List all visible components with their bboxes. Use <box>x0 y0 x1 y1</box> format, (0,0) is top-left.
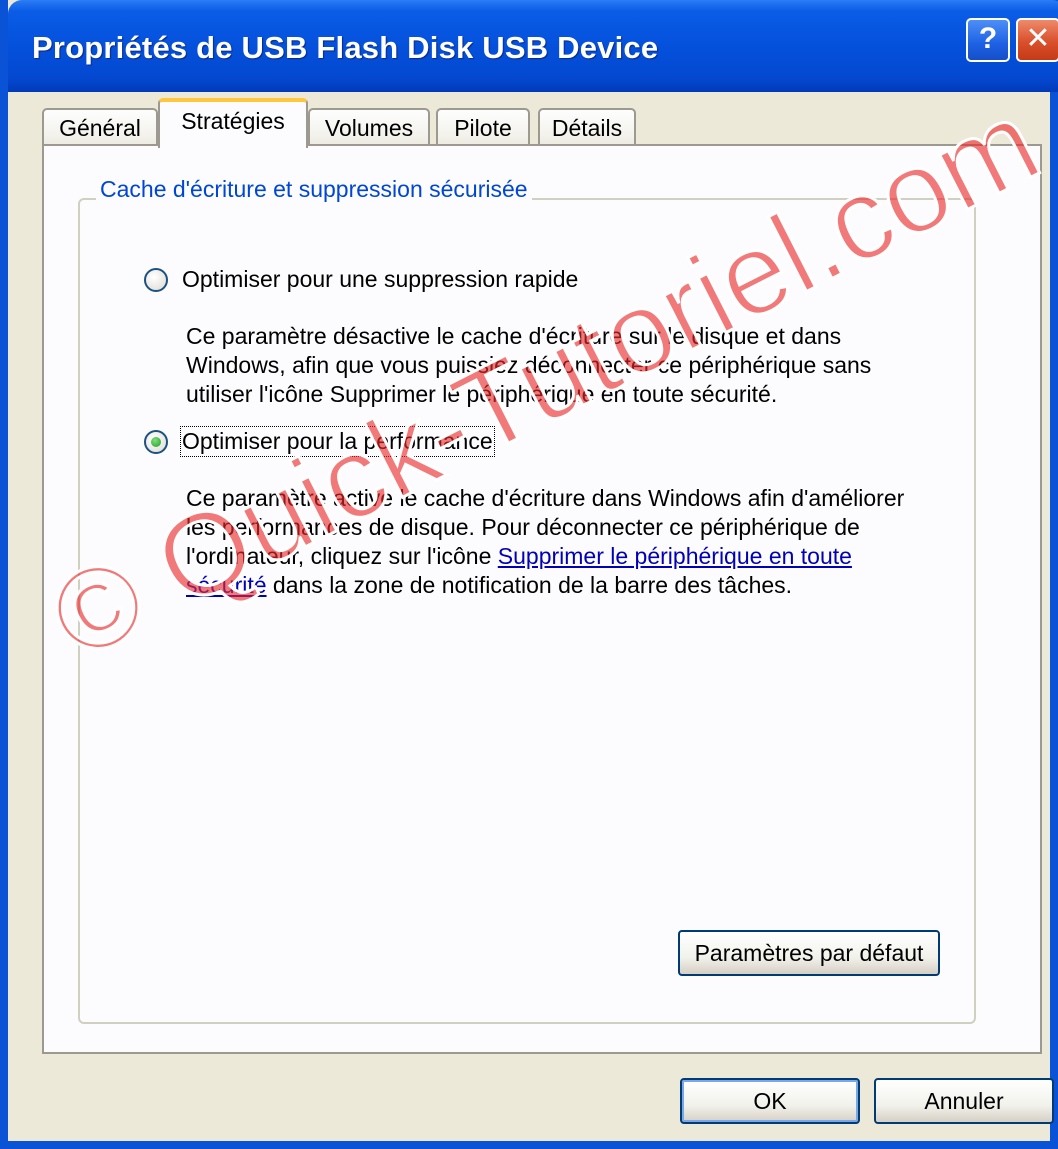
tab-pilote[interactable]: Pilote <box>436 108 530 146</box>
tab-panel-strategies: Cache d'écriture et suppression sécurisé… <box>42 144 1042 1054</box>
tab-strategies[interactable]: Stratégies <box>158 98 308 148</box>
description-text-end: dans la zone de notification de la barre… <box>266 572 793 598</box>
radio-quick-removal[interactable] <box>144 268 168 292</box>
close-icon: ✕ <box>1025 22 1051 55</box>
title-bar[interactable]: Propriétés de USB Flash Disk USB Device … <box>8 0 1058 92</box>
tab-general[interactable]: Général <box>42 108 158 146</box>
ok-button[interactable]: OK <box>680 1078 860 1124</box>
option-performance-description: Ce paramètre active le cache d'écriture … <box>186 484 926 600</box>
option-quick-removal-label[interactable]: Optimiser pour une suppression rapide <box>182 266 578 293</box>
option-performance-label[interactable]: Optimiser pour la performance <box>180 426 495 457</box>
option-quick-removal-description: Ce paramètre désactive le cache d'écritu… <box>186 323 872 407</box>
tab-details[interactable]: Détails <box>538 108 636 146</box>
radio-selected-dot <box>151 437 161 447</box>
help-icon: ? <box>978 22 998 55</box>
help-button[interactable]: ? <box>966 18 1010 62</box>
groupbox-title: Cache d'écriture et suppression sécurisé… <box>96 176 532 203</box>
cancel-button[interactable]: Annuler <box>874 1078 1054 1124</box>
window-title: Propriétés de USB Flash Disk USB Device <box>32 30 659 65</box>
close-button[interactable]: ✕ <box>1016 18 1058 62</box>
radio-performance[interactable] <box>144 430 168 454</box>
restore-defaults-button[interactable]: Paramètres par défaut <box>678 930 940 976</box>
tab-volumes[interactable]: Volumes <box>308 108 430 146</box>
properties-dialog: Propriétés de USB Flash Disk USB Device … <box>0 0 1058 1149</box>
